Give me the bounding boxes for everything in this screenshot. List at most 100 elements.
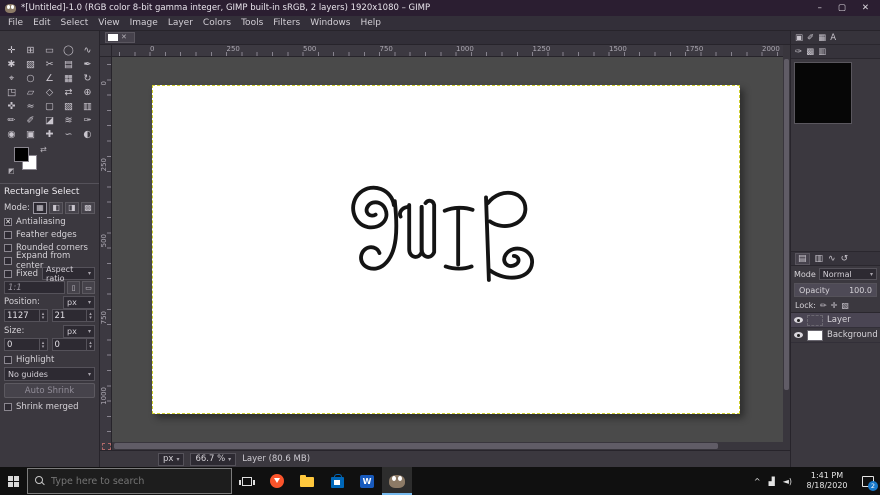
warp-tool[interactable]: ≈ [21,99,40,113]
menu-item[interactable]: Filters [268,18,305,28]
spinner-icons[interactable]: ▴ ▾ [38,339,47,350]
gradient-tool[interactable]: ▥ [78,99,97,113]
paths-tool[interactable]: ✒ [78,57,97,71]
foreground-select-tool[interactable]: ▤ [59,57,78,71]
menu-item[interactable]: Image [125,18,163,28]
align-tool[interactable]: ⊞ [21,43,40,57]
horizontal-scrollbar[interactable] [112,442,783,450]
maximize-button[interactable]: ▢ [838,3,846,13]
perspective-tool[interactable]: ◇ [40,85,59,99]
layer-row[interactable]: Layer [791,313,880,328]
close-button[interactable]: ✕ [862,3,869,13]
menu-item[interactable]: Colors [198,18,236,28]
start-button[interactable] [0,467,27,495]
bucket-fill-tool[interactable]: ▨ [59,99,78,113]
move-tool[interactable]: ✛ [2,43,21,57]
zoom-dropdown[interactable]: 66.7 % ▾ [190,452,237,466]
mode-subtract-button[interactable]: ◨ [65,201,80,214]
channels-tab-icon[interactable]: ▥ [815,254,824,264]
spinner-icons[interactable]: ▴ ▾ [38,310,47,321]
guides-dropdown[interactable]: No guides ▾ [4,367,95,381]
spinner-icons[interactable]: ▴ ▾ [86,310,94,321]
taskbar-app-word[interactable]: W [352,467,382,495]
highlight-checkbox[interactable]: Highlight [4,353,95,366]
menu-item[interactable]: Tools [236,18,268,28]
canvas-viewport[interactable] [112,57,783,442]
unified-transform-tool[interactable]: ⊕ [78,85,97,99]
measure-tool[interactable]: ∠ [40,71,59,85]
taskbar-search[interactable] [27,468,232,494]
lock-pixels-icon[interactable]: ✏ [820,301,827,310]
reset-colors-icon[interactable]: ◩ [8,167,15,175]
antialiasing-checkbox[interactable]: Antialiasing [4,215,95,228]
brush-preview[interactable] [794,62,852,124]
horizontal-scrollbar-thumb[interactable] [114,443,718,449]
crop-tool[interactable]: ▦ [59,71,78,85]
color-picker-tool[interactable]: ⌖ [2,71,21,85]
layer-mode-dropdown[interactable]: Normal ▾ [818,268,877,280]
mypaint-brush-tool[interactable]: ◉ [2,127,21,141]
heal-tool[interactable]: ✚ [40,127,59,141]
eraser-tool[interactable]: ◪ [40,113,59,127]
foreground-color-swatch[interactable] [14,147,29,162]
image-canvas[interactable] [152,85,740,414]
menu-item[interactable]: Edit [28,18,55,28]
paintbrush-tool[interactable]: ✐ [21,113,40,127]
rectangle-select-tool[interactable]: ▭ [40,43,59,57]
scissors-select-tool[interactable]: ✂ [40,57,59,71]
spinner-down-icon[interactable]: ▾ [89,315,92,320]
swap-colors-icon[interactable]: ⇄ [40,145,47,154]
zoom-tool[interactable]: ○ [21,71,40,85]
vertical-scrollbar-thumb[interactable] [784,59,789,391]
paths-tab-icon[interactable]: ∿ [828,254,836,264]
auto-shrink-button[interactable]: Auto Shrink [4,383,95,398]
action-center-icon[interactable]: 2 [862,475,878,491]
taskbar-app-file-explorer[interactable] [292,467,322,495]
gradient-preview-icon[interactable]: ▥ [818,47,826,57]
handle-transform-tool[interactable]: ✜ [2,99,21,113]
menu-item[interactable]: View [93,18,124,28]
image-tab[interactable]: ✕ [105,32,135,43]
free-select-tool[interactable]: ∿ [78,43,97,57]
size-width-stepper[interactable]: 0 ▴ ▾ [4,338,48,351]
menu-item[interactable]: Select [56,18,94,28]
pencil-tool[interactable]: ✏ [2,113,21,127]
quick-mask-toggle[interactable] [100,442,112,450]
landscape-orientation-button[interactable]: ▭ [82,281,95,294]
taskbar-app-brave[interactable] [262,467,292,495]
search-input[interactable] [51,475,224,487]
brushes-dock-icon[interactable]: ✐ [807,33,814,43]
menu-item[interactable]: Layer [163,18,198,28]
portrait-orientation-button[interactable]: ▯ [67,281,80,294]
network-icon[interactable]: ▟ [769,477,775,486]
volume-icon[interactable]: ◄) [783,477,792,486]
fonts-dock-icon[interactable]: A [830,33,836,43]
clone-tool[interactable]: ▣ [21,127,40,141]
fuzzy-select-tool[interactable]: ✱ [2,57,21,71]
scale-tool[interactable]: ◳ [2,85,21,99]
pattern-preview-icon[interactable]: ▩ [806,47,814,57]
patterns-dock-icon[interactable]: ▦ [818,33,826,43]
shrink-merged-checkbox[interactable]: Shrink merged [4,400,95,413]
rotate-tool[interactable]: ↻ [78,71,97,85]
spinner-down-icon[interactable]: ▾ [89,344,92,349]
position-unit-dropdown[interactable]: px ▾ [63,295,95,309]
flip-tool[interactable]: ⇄ [59,85,78,99]
spinner-down-icon[interactable]: ▾ [42,344,45,349]
menu-item[interactable]: Windows [305,18,355,28]
task-view-button[interactable] [232,467,262,495]
fixed-type-dropdown[interactable]: Aspect ratio ▾ [42,265,95,283]
vertical-scrollbar[interactable] [783,57,790,442]
select-by-color-tool[interactable]: ▧ [21,57,40,71]
taskbar-app-store[interactable] [322,467,352,495]
image-dock-icon[interactable]: ▣ [795,33,803,43]
minimize-button[interactable]: – [818,3,822,13]
history-tab-icon[interactable]: ↺ [841,254,849,264]
unit-dropdown[interactable]: px ▾ [158,452,185,466]
smudge-tool[interactable]: ∽ [59,127,78,141]
layers-tab-icon[interactable]: ▤ [795,252,810,265]
close-tab-icon[interactable]: ✕ [121,34,127,41]
shear-tool[interactable]: ▱ [21,85,40,99]
position-y-stepper[interactable]: 21 ▴ ▾ [51,309,95,322]
visibility-eye-icon[interactable] [794,317,803,323]
